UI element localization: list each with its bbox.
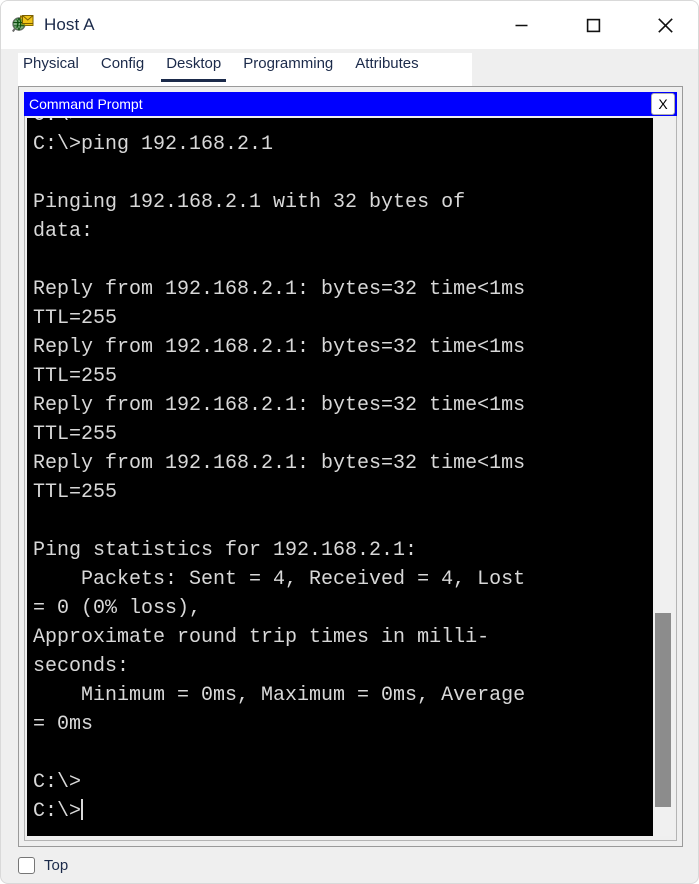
command-prompt-close-button[interactable]: X xyxy=(651,93,675,115)
tab-attributes[interactable]: Attributes xyxy=(355,53,418,86)
top-checkbox[interactable] xyxy=(18,856,35,874)
terminal-output: C:\> C:\>ping 192.168.2.1 Pinging 192.168.… xyxy=(33,118,653,826)
terminal-line: Reply from 192.168.2.1: bytes=32 time<1m… xyxy=(33,278,526,301)
packet-tracer-host-icon xyxy=(11,14,34,36)
maximize-icon xyxy=(586,18,600,32)
tab-desktop-label: Desktop xyxy=(166,55,222,72)
terminal-console[interactable]: C:\> C:\>ping 192.168.2.1 Pinging 192.168.… xyxy=(27,118,653,836)
tab-desktop[interactable]: Desktop xyxy=(161,53,227,86)
terminal-scrollbar[interactable] xyxy=(653,118,674,836)
command-prompt-title: Command Prompt xyxy=(29,96,143,112)
host-a-window: Host A Physical Config Desktop Programmi… xyxy=(0,0,699,884)
terminal-line: = 0 (0% loss), xyxy=(33,597,202,620)
tab-physical[interactable]: Physical xyxy=(23,53,79,86)
terminal-line: C:\> xyxy=(33,799,84,823)
terminal-line: TTL=255 xyxy=(33,307,118,330)
terminal-line: C:\>ping 192.168.2.1 xyxy=(33,133,274,156)
tab-physical-label: Physical xyxy=(23,55,79,72)
device-tabs: Physical Config Desktop Programming Attr… xyxy=(18,53,472,86)
terminal-line: seconds: xyxy=(33,655,130,678)
terminal-line: Minimum = 0ms, Maximum = 0ms, Average xyxy=(33,684,526,707)
terminal-line: Ping statistics for 192.168.2.1: xyxy=(33,539,418,562)
desktop-panel: Command Prompt X C:\> C:\>ping 192.168.2.… xyxy=(18,86,683,847)
window-titlebar: Host A xyxy=(1,1,698,49)
terminal-line: Approximate round trip times in milli- xyxy=(33,626,490,649)
tab-programming-label: Programming xyxy=(243,55,334,72)
tab-config[interactable]: Config xyxy=(101,53,144,86)
terminal-line: Reply from 192.168.2.1: bytes=32 time<1m… xyxy=(33,336,526,359)
command-prompt-titlebar[interactable]: Command Prompt X xyxy=(24,92,677,116)
terminal-line: TTL=255 xyxy=(33,481,118,504)
terminal-line: Reply from 192.168.2.1: bytes=32 time<1m… xyxy=(33,452,526,475)
terminal-line: Pinging 192.168.2.1 with 32 bytes of xyxy=(33,191,466,214)
terminal-line: Packets: Sent = 4, Received = 4, Lost xyxy=(33,568,526,591)
terminal-line: data: xyxy=(33,220,94,243)
tab-config-label: Config xyxy=(100,55,145,72)
top-checkbox-label: Top xyxy=(44,856,69,874)
window-title: Host A xyxy=(44,15,95,34)
terminal-line-partial: C:\> xyxy=(33,118,653,130)
terminal-cursor xyxy=(81,799,84,820)
terminal-line: Reply from 192.168.2.1: bytes=32 time<1m… xyxy=(33,394,526,417)
footer-bar: Top xyxy=(18,852,318,878)
terminal-line: TTL=255 xyxy=(33,423,118,446)
terminal-scrollbar-thumb[interactable] xyxy=(655,613,671,807)
tab-active-indicator xyxy=(161,79,227,82)
tab-attributes-label: Attributes xyxy=(355,55,419,72)
close-icon xyxy=(657,17,673,33)
terminal-line: TTL=255 xyxy=(33,365,118,388)
terminal-line: C:\> xyxy=(33,771,82,794)
tab-programming[interactable]: Programming xyxy=(243,53,333,86)
command-prompt-window: Command Prompt X C:\> C:\>ping 192.168.2.… xyxy=(24,92,677,841)
terminal-area: C:\> C:\>ping 192.168.2.1 Pinging 192.168.… xyxy=(24,116,677,841)
minimize-icon xyxy=(515,24,527,26)
close-button[interactable] xyxy=(642,1,688,49)
terminal-line: = 0ms xyxy=(33,713,94,736)
maximize-button[interactable] xyxy=(570,1,616,49)
titlebar-left-group: Host A xyxy=(1,14,498,36)
minimize-button[interactable] xyxy=(498,1,544,49)
